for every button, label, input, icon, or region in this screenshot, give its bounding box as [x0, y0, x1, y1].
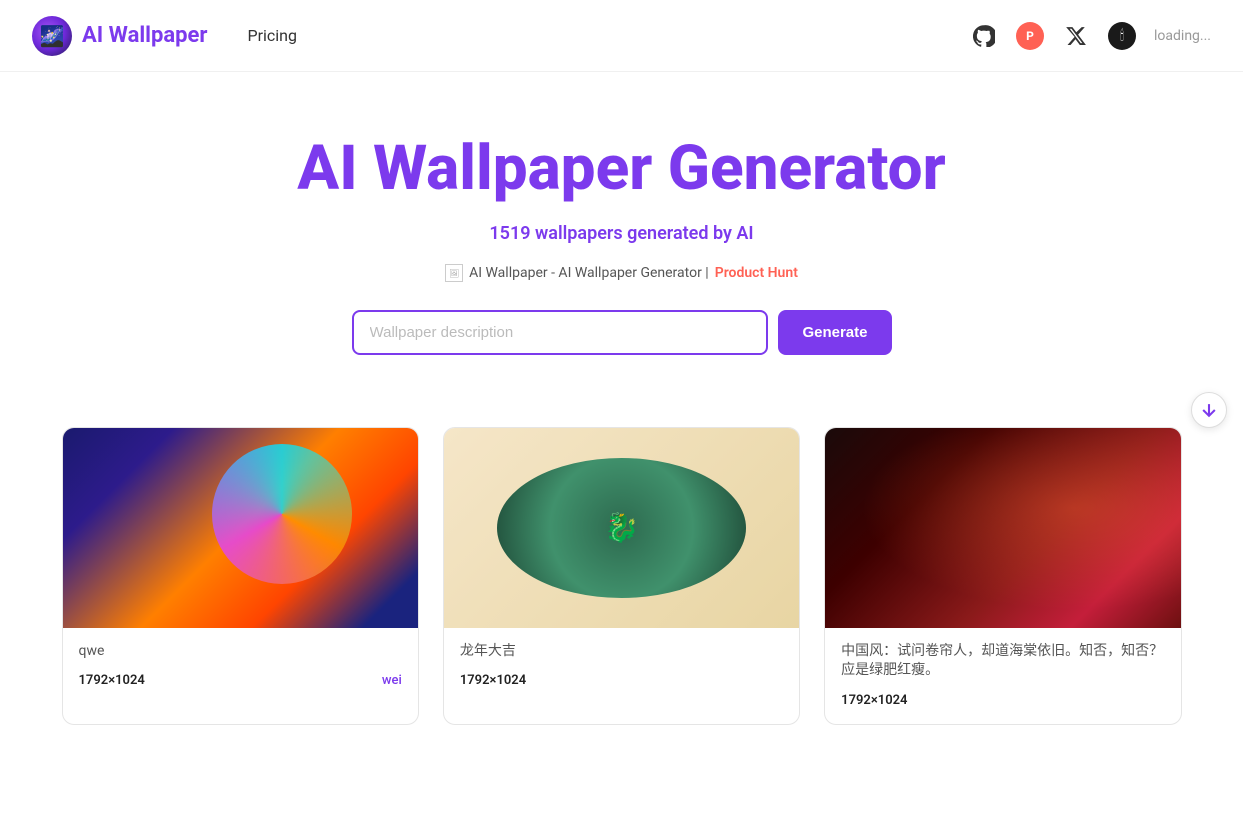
hero-subtitle-text: wallpapers generated by AI	[535, 223, 754, 244]
ph-link[interactable]: Product Hunt	[715, 265, 798, 281]
logo-link[interactable]: 🌌 AI Wallpaper	[32, 16, 207, 56]
loading-status: loading...	[1154, 28, 1211, 44]
wallpaper-image-1	[63, 428, 418, 628]
card-author-1: wei	[382, 673, 402, 688]
logo-text: AI Wallpaper	[82, 23, 207, 48]
card-meta-3: 1792×1024	[841, 693, 1164, 708]
hero-title: AI Wallpaper Generator	[297, 132, 945, 205]
wallpaper-card-1: qwe 1792×1024 wei	[62, 427, 419, 725]
search-row: Generate	[352, 310, 892, 355]
card-description-3: 中国风：试问卷帘人，却道海棠依旧。知否，知否？应是绿肥红瘦。	[841, 642, 1164, 681]
search-input[interactable]	[352, 310, 769, 355]
card-dimensions-3: 1792×1024	[841, 693, 907, 708]
hero-subtitle: 1519 wallpapers generated by AI	[489, 223, 753, 244]
card-dimensions-1: 1792×1024	[79, 673, 145, 688]
product-hunt-icon[interactable]: P	[1016, 22, 1044, 50]
card-meta-1: 1792×1024 wei	[79, 673, 402, 688]
dragon-decoration: 🐉	[497, 458, 746, 598]
card-info-2: 龙年大吉 1792×1024	[444, 628, 799, 705]
wallpaper-card-3: 中国风：试问卷帘人，却道海棠依旧。知否，知否？应是绿肥红瘦。 1792×1024	[824, 427, 1181, 725]
wallpaper-image-3	[825, 428, 1180, 628]
card-info-1: qwe 1792×1024 wei	[63, 628, 418, 705]
card-description-2: 龙年大吉	[460, 642, 783, 662]
logo-icon: 🌌	[32, 16, 72, 56]
card-dimensions-2: 1792×1024	[460, 673, 526, 688]
tip-jar-icon[interactable]: 🕯	[1108, 22, 1136, 50]
card-description-1: qwe	[79, 642, 402, 662]
card-meta-2: 1792×1024	[460, 673, 783, 688]
twitter-icon[interactable]	[1062, 22, 1090, 50]
nav-pricing-link[interactable]: Pricing	[247, 26, 297, 45]
wallpaper-card-2: 🐉 龙年大吉 1792×1024	[443, 427, 800, 725]
card-info-3: 中国风：试问卷帘人，却道海棠依旧。知否，知否？应是绿肥红瘦。 1792×1024	[825, 628, 1180, 724]
product-hunt-badge: 🖼 AI Wallpaper - AI Wallpaper Generator …	[445, 264, 798, 282]
header-right: P 🕯 loading...	[970, 22, 1211, 50]
gallery-section: qwe 1792×1024 wei 🐉 龙年大吉 1792×1024 中国风：试…	[22, 395, 1222, 757]
scroll-hint-button[interactable]	[1191, 392, 1227, 428]
ph-label: AI Wallpaper - AI Wallpaper Generator |	[469, 265, 709, 281]
wallpaper-image-2: 🐉	[444, 428, 799, 628]
header: 🌌 AI Wallpaper Pricing P 🕯 loading...	[0, 0, 1243, 72]
wallpaper-count: 1519	[489, 223, 530, 244]
github-icon[interactable]	[970, 22, 998, 50]
hero-section: AI Wallpaper Generator 1519 wallpapers g…	[0, 72, 1243, 395]
ph-thumbnail: 🖼	[445, 264, 463, 282]
generate-button[interactable]: Generate	[778, 310, 891, 355]
